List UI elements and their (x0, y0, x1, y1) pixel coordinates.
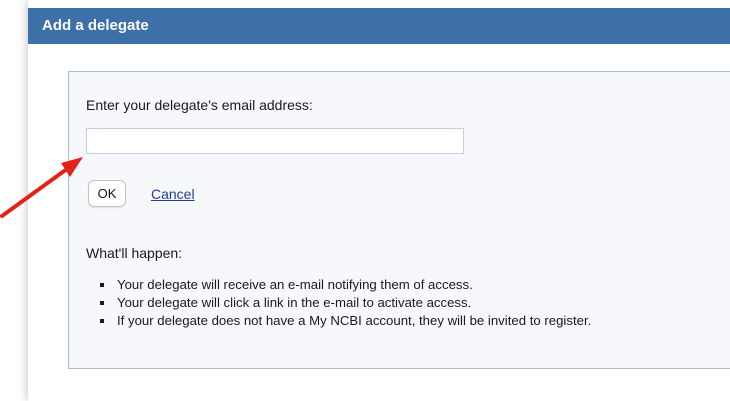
delegate-email-input[interactable] (86, 128, 464, 154)
screenshot-stage: Add a delegate Enter your delegate's ema… (0, 0, 730, 401)
list-item: Your delegate will receive an e-mail not… (98, 276, 730, 294)
what-happens-list: Your delegate will receive an e-mail not… (98, 276, 730, 330)
what-happens-heading: What'll happen: (86, 245, 183, 261)
dialog-header: Add a delegate (28, 8, 730, 44)
list-item-text: If your delegate does not have a My NCBI… (117, 313, 592, 328)
square-bullet-icon (100, 301, 104, 305)
square-bullet-icon (100, 319, 104, 323)
list-item-text: Your delegate will receive an e-mail not… (117, 277, 473, 292)
dialog-title: Add a delegate (42, 17, 149, 34)
list-item: If your delegate does not have a My NCBI… (98, 312, 730, 330)
add-delegate-dialog: Add a delegate Enter your delegate's ema… (28, 0, 730, 401)
email-label: Enter your delegate's email address: (86, 97, 313, 113)
ok-button[interactable]: OK (88, 180, 126, 207)
cancel-link[interactable]: Cancel (151, 186, 195, 202)
square-bullet-icon (100, 283, 104, 287)
list-item: Your delegate will click a link in the e… (98, 294, 730, 312)
list-item-text: Your delegate will click a link in the e… (117, 295, 472, 310)
delegate-form-panel: Enter your delegate's email address: OK … (68, 71, 730, 369)
